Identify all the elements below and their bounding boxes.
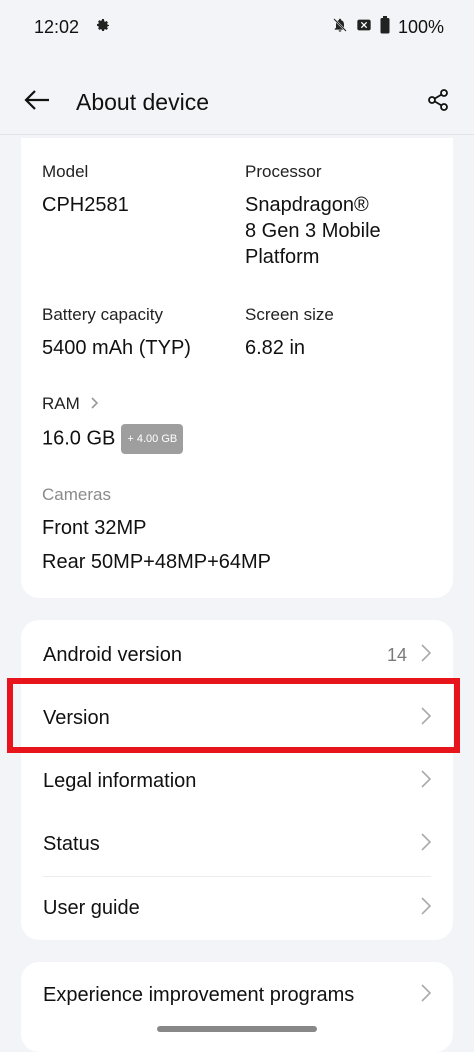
screen-cell: Screen size 6.82 in	[245, 305, 334, 361]
ram-value: 16.0 GB	[42, 427, 116, 450]
processor-line-3: Platform	[245, 246, 320, 268]
menu-item-label: Status	[43, 833, 100, 855]
rear-camera-label: Rear	[42, 551, 86, 573]
gear-icon	[95, 17, 111, 38]
model-cell: Model CPH2581	[42, 162, 129, 218]
chevron-right-icon	[421, 770, 432, 793]
front-camera-value: 32MP	[94, 517, 147, 539]
cameras-label: Cameras	[42, 485, 111, 504]
menu-item-label: User guide	[43, 897, 140, 919]
model-label: Model	[42, 162, 89, 181]
rear-camera: Rear 50MP+48MP+64MP	[42, 549, 271, 575]
chevron-right-icon	[421, 897, 432, 920]
menu-item-status[interactable]: Status	[21, 813, 453, 876]
bell-muted-icon	[332, 17, 348, 38]
page-title: About device	[76, 88, 209, 115]
chevron-right-icon	[421, 984, 432, 1007]
rear-camera-value: 50MP+48MP+64MP	[90, 551, 272, 573]
model-value: CPH2581	[42, 194, 129, 216]
cameras-cell: Cameras Front 32MP Rear 50MP+48MP+64MP	[42, 485, 271, 575]
processor-line-2: 8 Gen 3 Mobile	[245, 220, 381, 242]
processor-value: Snapdragon® 8 Gen 3 Mobile Platform	[245, 192, 381, 270]
highlight-box	[7, 678, 460, 753]
programs-menu-card: Experience improvement programs	[21, 962, 453, 1052]
front-camera: Front 32MP	[42, 515, 271, 541]
status-bar: 12:02 100%	[0, 0, 474, 54]
no-sim-icon	[356, 17, 372, 38]
ram-extension-badge: + 4.00 GB	[121, 424, 184, 454]
processor-label: Processor	[245, 162, 322, 181]
chevron-right-icon	[421, 644, 432, 667]
ram-cell[interactable]: RAM 16.0 GB + 4.00 GB	[42, 394, 184, 454]
chevron-right-icon	[421, 833, 432, 856]
battery-label: Battery capacity	[42, 305, 163, 324]
android-version-value: 14	[386, 645, 407, 665]
chevron-right-icon	[90, 394, 99, 413]
battery-percent: 100%	[397, 16, 444, 37]
app-bar-divider	[0, 134, 474, 135]
processor-line-1: Snapdragon®	[245, 194, 369, 216]
menu-item-label: Android version	[43, 644, 182, 666]
menu-item-experience-improvement[interactable]: Experience improvement programs	[21, 964, 453, 1027]
settings-menu-card: Android version 14 Version Legal informa…	[21, 620, 453, 940]
processor-cell: Processor Snapdragon® 8 Gen 3 Mobile Pla…	[245, 162, 381, 270]
menu-item-label: Experience improvement programs	[43, 984, 355, 1006]
ram-value-row: 16.0 GB + 4.00 GB	[42, 424, 184, 454]
status-time: 12:02	[34, 16, 80, 37]
menu-item-user-guide[interactable]: User guide	[21, 877, 453, 940]
screen-value: 6.82 in	[245, 337, 306, 359]
front-camera-label: Front	[42, 517, 89, 539]
battery-value: 5400 mAh (TYP)	[42, 337, 191, 359]
menu-item-label: Legal information	[43, 770, 197, 792]
share-icon[interactable]	[426, 88, 450, 117]
ram-label: RAM	[42, 394, 80, 413]
device-info-card: Model CPH2581 Processor Snapdragon® 8 Ge…	[21, 138, 453, 598]
menu-item-legal-information[interactable]: Legal information	[21, 750, 453, 813]
battery-cell: Battery capacity 5400 mAh (TYP)	[42, 305, 191, 361]
home-indicator[interactable]	[157, 1026, 317, 1032]
ram-label-row[interactable]: RAM	[42, 394, 183, 414]
back-arrow-icon[interactable]	[24, 89, 50, 116]
battery-icon	[380, 15, 390, 39]
screen-label: Screen size	[245, 305, 334, 324]
app-bar: About device	[0, 70, 474, 134]
